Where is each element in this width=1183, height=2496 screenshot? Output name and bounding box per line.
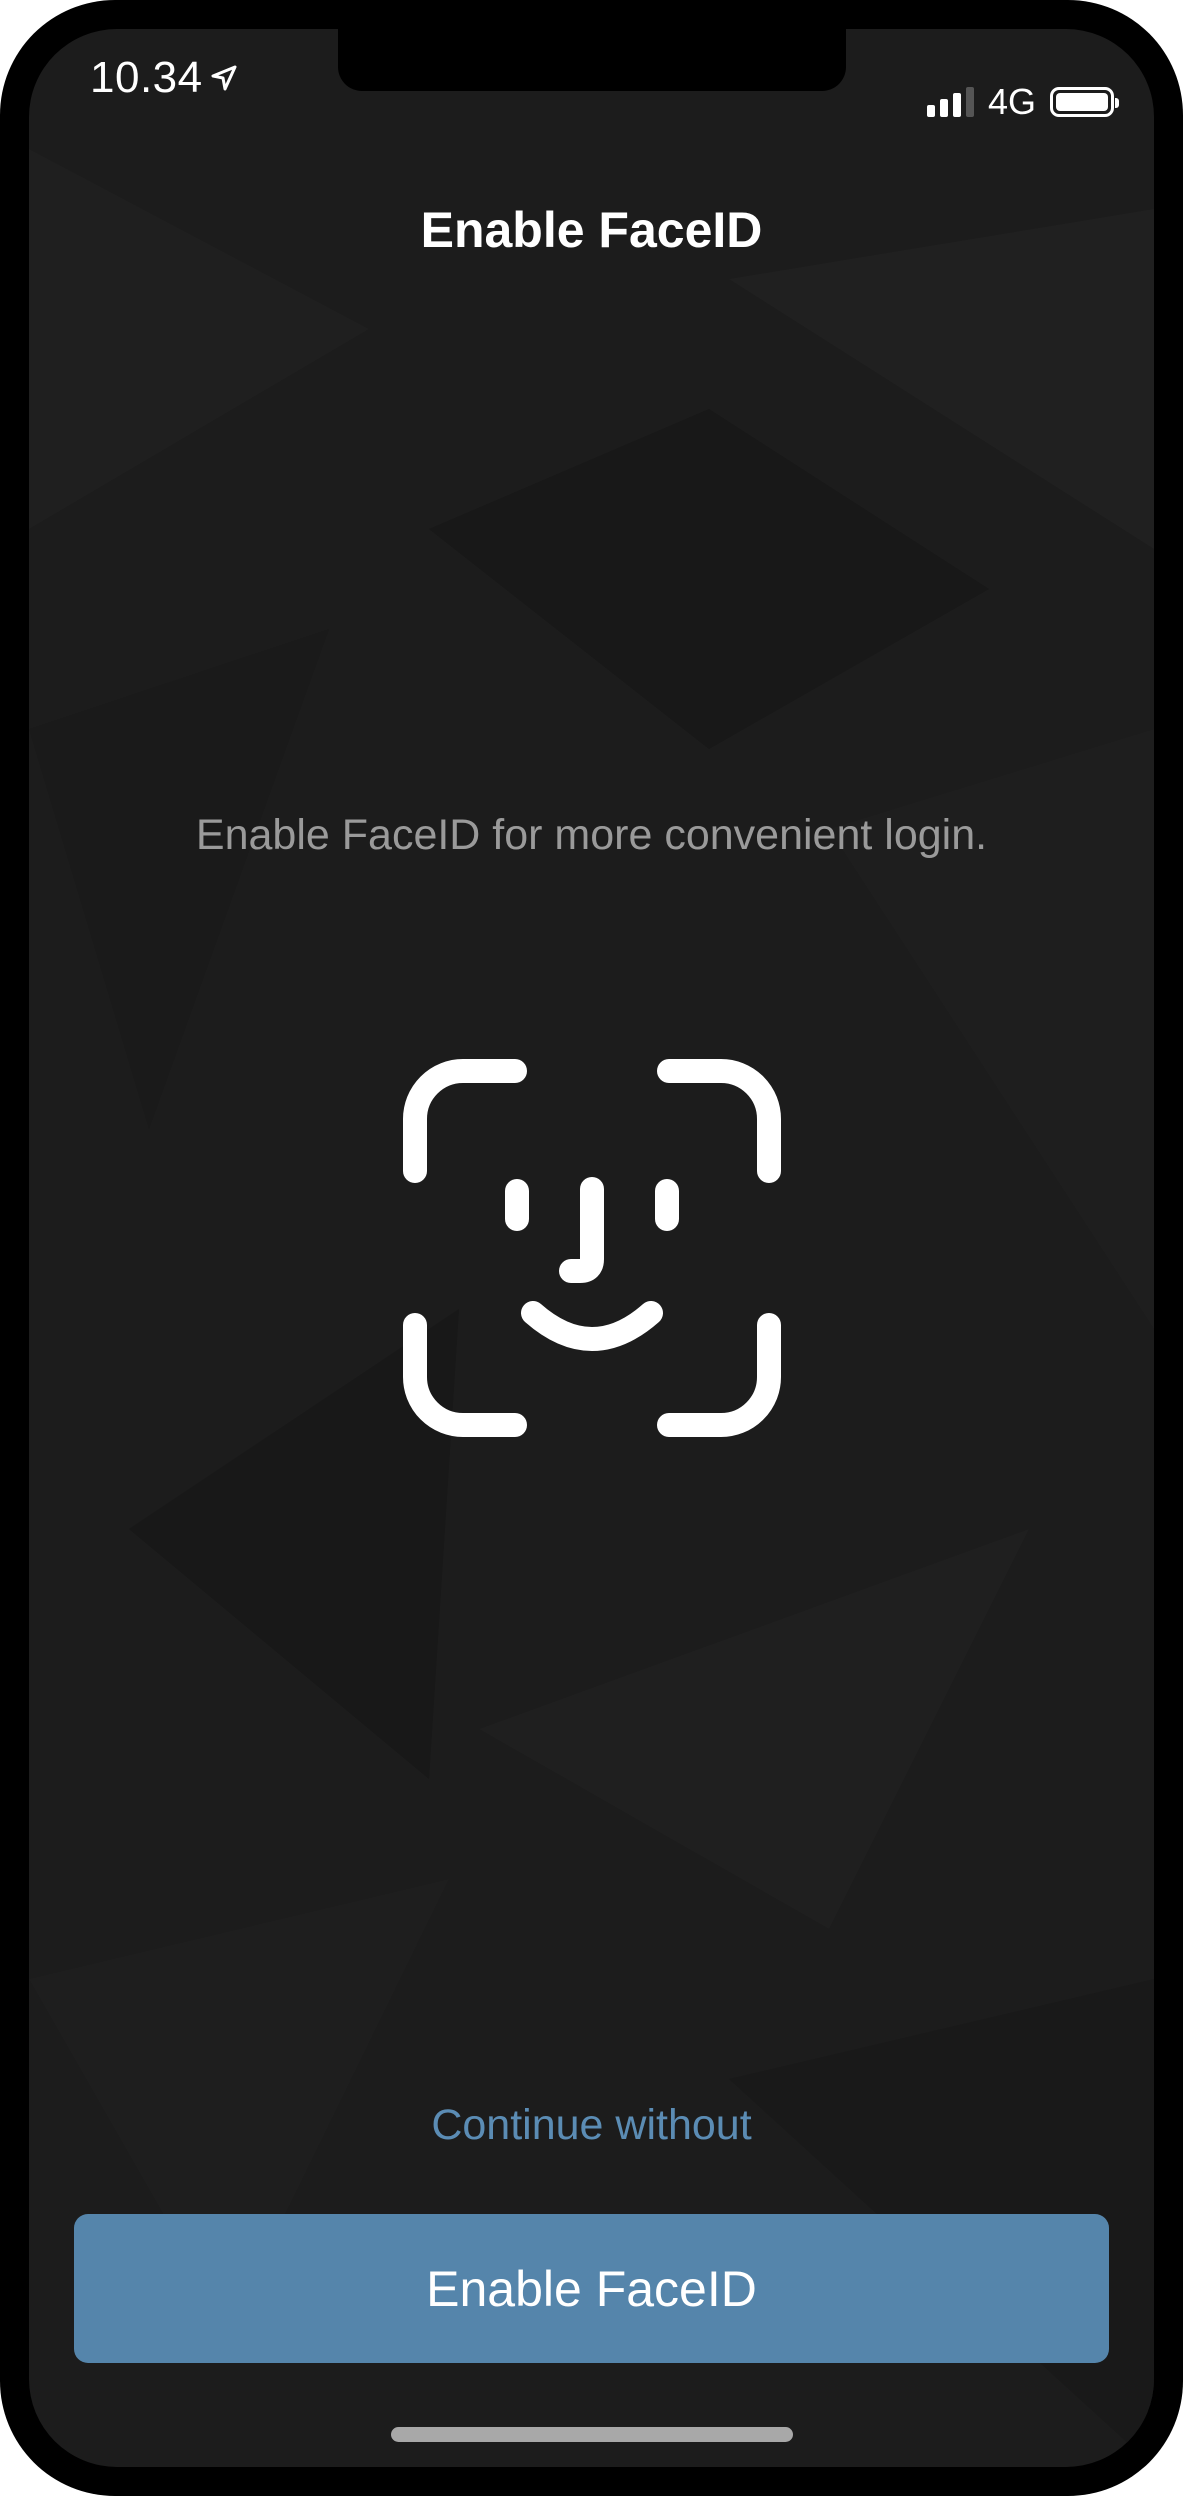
page-title: Enable FaceID	[420, 202, 763, 258]
network-type-label: 4G	[987, 81, 1036, 122]
battery-icon	[1050, 87, 1119, 117]
phone-frame: 10.34 4G Enable FaceID Enable FaceID for…	[0, 0, 1183, 2496]
status-bar-time: 10.34	[90, 53, 237, 103]
continue-without-link[interactable]: Continue without	[29, 2101, 1154, 2150]
enable-faceid-button[interactable]: Enable FaceID	[74, 2214, 1109, 2363]
status-bar-indicators: 4G	[926, 81, 1119, 123]
face-id-icon	[403, 1059, 781, 1437]
device-notch	[338, 29, 846, 91]
location-arrow-icon	[211, 65, 237, 91]
app-screen: 10.34 4G Enable FaceID Enable FaceID for…	[29, 29, 1154, 2467]
time-label: 10.34	[90, 53, 203, 102]
home-indicator[interactable]	[391, 2427, 793, 2442]
cellular-signal-icon	[926, 87, 974, 117]
description-text: Enable FaceID for more convenient login.	[195, 811, 988, 859]
